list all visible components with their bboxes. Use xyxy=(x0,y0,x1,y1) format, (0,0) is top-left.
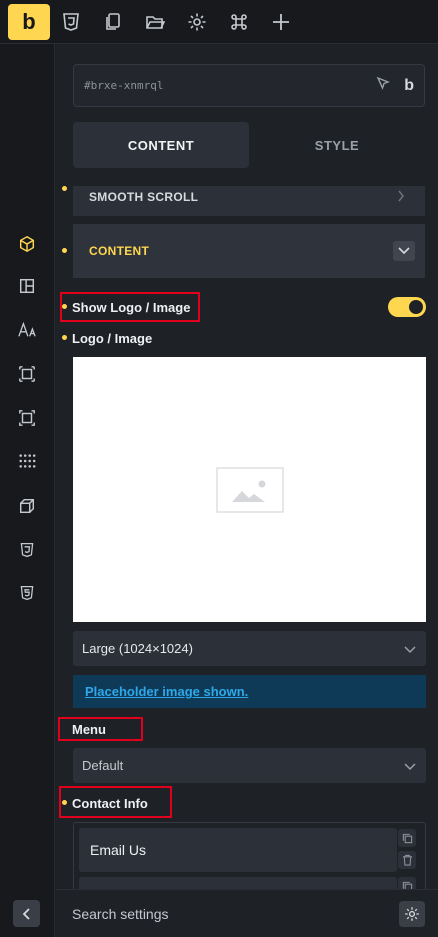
repeater-item[interactable]: Email Us xyxy=(79,828,397,872)
menu-value: Default xyxy=(82,758,124,773)
image-placeholder-icon xyxy=(215,466,284,513)
modified-indicator-dot xyxy=(62,335,67,340)
command-icon[interactable] xyxy=(218,0,260,44)
left-rail xyxy=(0,44,55,937)
accordion-smooth-scroll[interactable]: SMOOTH SCROLL xyxy=(73,186,425,216)
html5-icon[interactable] xyxy=(16,582,38,604)
accordion-content[interactable]: CONTENT xyxy=(73,224,425,278)
cursor-arrow-icon[interactable] xyxy=(376,76,391,95)
bricks-b-icon[interactable]: b xyxy=(404,77,414,95)
image-size-value: Large (1024×1024) xyxy=(82,641,193,656)
chevron-down-icon xyxy=(404,759,416,774)
show-logo-toggle[interactable] xyxy=(388,297,426,317)
image-size-select[interactable]: Large (1024×1024) xyxy=(73,631,426,666)
chevron-down-icon xyxy=(404,642,416,657)
element-id: #brxe-xnmrql xyxy=(84,79,164,92)
accordion-title: CONTENT xyxy=(89,244,150,258)
accordion-title: SMOOTH SCROLL xyxy=(89,190,199,204)
chevron-right-icon xyxy=(397,190,405,205)
menu-select[interactable]: Default xyxy=(73,748,426,783)
spacing-icon[interactable] xyxy=(16,363,38,385)
placeholder-notice-link[interactable]: Placeholder image shown. xyxy=(85,684,248,699)
plus-icon[interactable] xyxy=(260,0,302,44)
grid-dots-icon[interactable] xyxy=(16,450,38,472)
settings-panel: #brxe-xnmrql b CONTENT STYLE SMOOTH SCRO… xyxy=(56,44,438,937)
contact-info-label: Contact Info xyxy=(72,796,148,811)
modified-indicator-dot xyxy=(62,248,67,253)
tab-style[interactable]: STYLE xyxy=(249,122,425,168)
top-toolbar: b xyxy=(0,0,438,44)
tab-content[interactable]: CONTENT xyxy=(73,122,249,168)
bricks-logo[interactable]: b xyxy=(8,3,50,40)
duplicate-icon[interactable] xyxy=(398,829,416,847)
css3-icon[interactable] xyxy=(50,0,92,44)
element-id-bar[interactable]: #brxe-xnmrql b xyxy=(73,64,425,107)
settings-gear-icon[interactable] xyxy=(176,0,218,44)
placeholder-notice: Placeholder image shown. xyxy=(73,675,426,708)
chevron-left-icon xyxy=(22,907,30,920)
gear-icon xyxy=(405,906,419,921)
search-settings-label[interactable]: Search settings xyxy=(72,906,399,922)
contact-repeater: Email Us xyxy=(73,822,426,889)
image-preview[interactable] xyxy=(73,357,426,622)
settings-gear-button[interactable] xyxy=(399,900,425,927)
trash-icon[interactable] xyxy=(398,851,416,869)
menu-label: Menu xyxy=(72,722,106,737)
toggle-knob xyxy=(409,300,423,314)
typography-icon[interactable] xyxy=(16,319,38,341)
logo-image-label: Logo / Image xyxy=(72,331,153,346)
repeater-item-label: Email Us xyxy=(90,842,147,858)
cube-icon[interactable] xyxy=(16,233,38,255)
copy-pages-icon[interactable] xyxy=(92,0,134,44)
panel-tabs: CONTENT STYLE xyxy=(73,122,425,168)
css3-icon[interactable] xyxy=(16,539,38,561)
layout-icon[interactable] xyxy=(16,275,38,297)
show-logo-label: Show Logo / Image xyxy=(72,300,191,315)
settings-scroll-area[interactable]: SMOOTH SCROLL CONTENT Show Logo / Image … xyxy=(56,186,438,889)
settings-search-bar[interactable]: Search settings xyxy=(56,889,438,937)
collapse-panel-button[interactable] xyxy=(13,900,40,927)
duplicate-icon[interactable] xyxy=(398,877,416,889)
modified-indicator-dot xyxy=(62,186,67,191)
sizing-icon[interactable] xyxy=(16,407,38,429)
3d-box-icon[interactable] xyxy=(16,495,38,517)
folder-open-icon[interactable] xyxy=(134,0,176,44)
repeater-item[interactable] xyxy=(79,877,397,889)
chevron-down-icon[interactable] xyxy=(393,241,415,261)
